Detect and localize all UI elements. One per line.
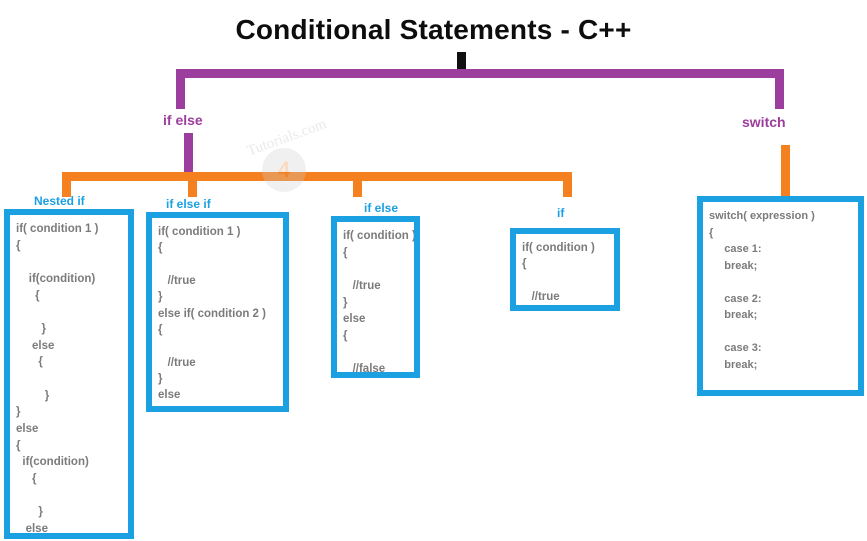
code-text-if-else: if( condition ) { //true } else { //fals…	[343, 230, 414, 372]
code-text-nested-if: if( condition 1 ) { if(condition) { } el…	[16, 223, 99, 533]
code-text-if: if( condition ) { //true }	[522, 242, 595, 303]
code-text-switch: switch( expression ) { case 1: break; ca…	[709, 210, 815, 371]
code-box-switch-inner: switch( expression ) { case 1: break; ca…	[703, 202, 858, 390]
branch-label-if-else: if else	[364, 201, 399, 215]
level1-left-drop-connector	[176, 69, 185, 109]
code-box-if-else-inner: if( condition ) { //true } else { //fals…	[337, 222, 414, 372]
code-box-if-else: if( condition ) { //true } else { //fals…	[331, 216, 420, 378]
switch-branch-stem	[781, 145, 790, 198]
page-title: Conditional Statements - C++	[235, 14, 632, 45]
level1-horizontal-connector	[176, 69, 784, 78]
watermark-text: Tutorials.com	[245, 116, 329, 160]
level1-label-if-else: if else	[163, 112, 203, 128]
diagram-canvas: Conditional Statements - C++ if else swi…	[0, 0, 867, 541]
level1-right-drop-connector	[775, 69, 784, 109]
branch-label-if: if	[557, 206, 565, 220]
if-else-branch-stem	[184, 133, 193, 173]
code-box-if-else-if: if( condition 1 ) { //true } else if( co…	[146, 212, 289, 412]
code-box-nested-if: if( condition 1 ) { if(condition) { } el…	[4, 209, 134, 539]
watermark-logo-circle	[262, 148, 306, 192]
level1-label-switch: switch	[742, 114, 786, 130]
branch-label-nested-if: Nested if	[34, 194, 85, 208]
code-box-if-else-if-inner: if( condition 1 ) { //true } else if( co…	[152, 218, 283, 406]
code-text-if-else-if: if( condition 1 ) { //true } else if( co…	[158, 226, 266, 406]
code-box-if-inner: if( condition ) { //true }	[516, 234, 614, 305]
code-box-if: if( condition ) { //true }	[510, 228, 620, 311]
code-box-switch: switch( expression ) { case 1: break; ca…	[697, 196, 864, 396]
level2-drop-connector-if-else-if	[188, 172, 197, 197]
level2-horizontal-connector	[62, 172, 572, 181]
level2-drop-connector-if-else	[353, 172, 362, 197]
level2-drop-connector-if	[563, 172, 572, 197]
branch-label-if-else-if: if else if	[166, 197, 211, 211]
code-box-nested-if-inner: if( condition 1 ) { if(condition) { } el…	[10, 215, 128, 533]
